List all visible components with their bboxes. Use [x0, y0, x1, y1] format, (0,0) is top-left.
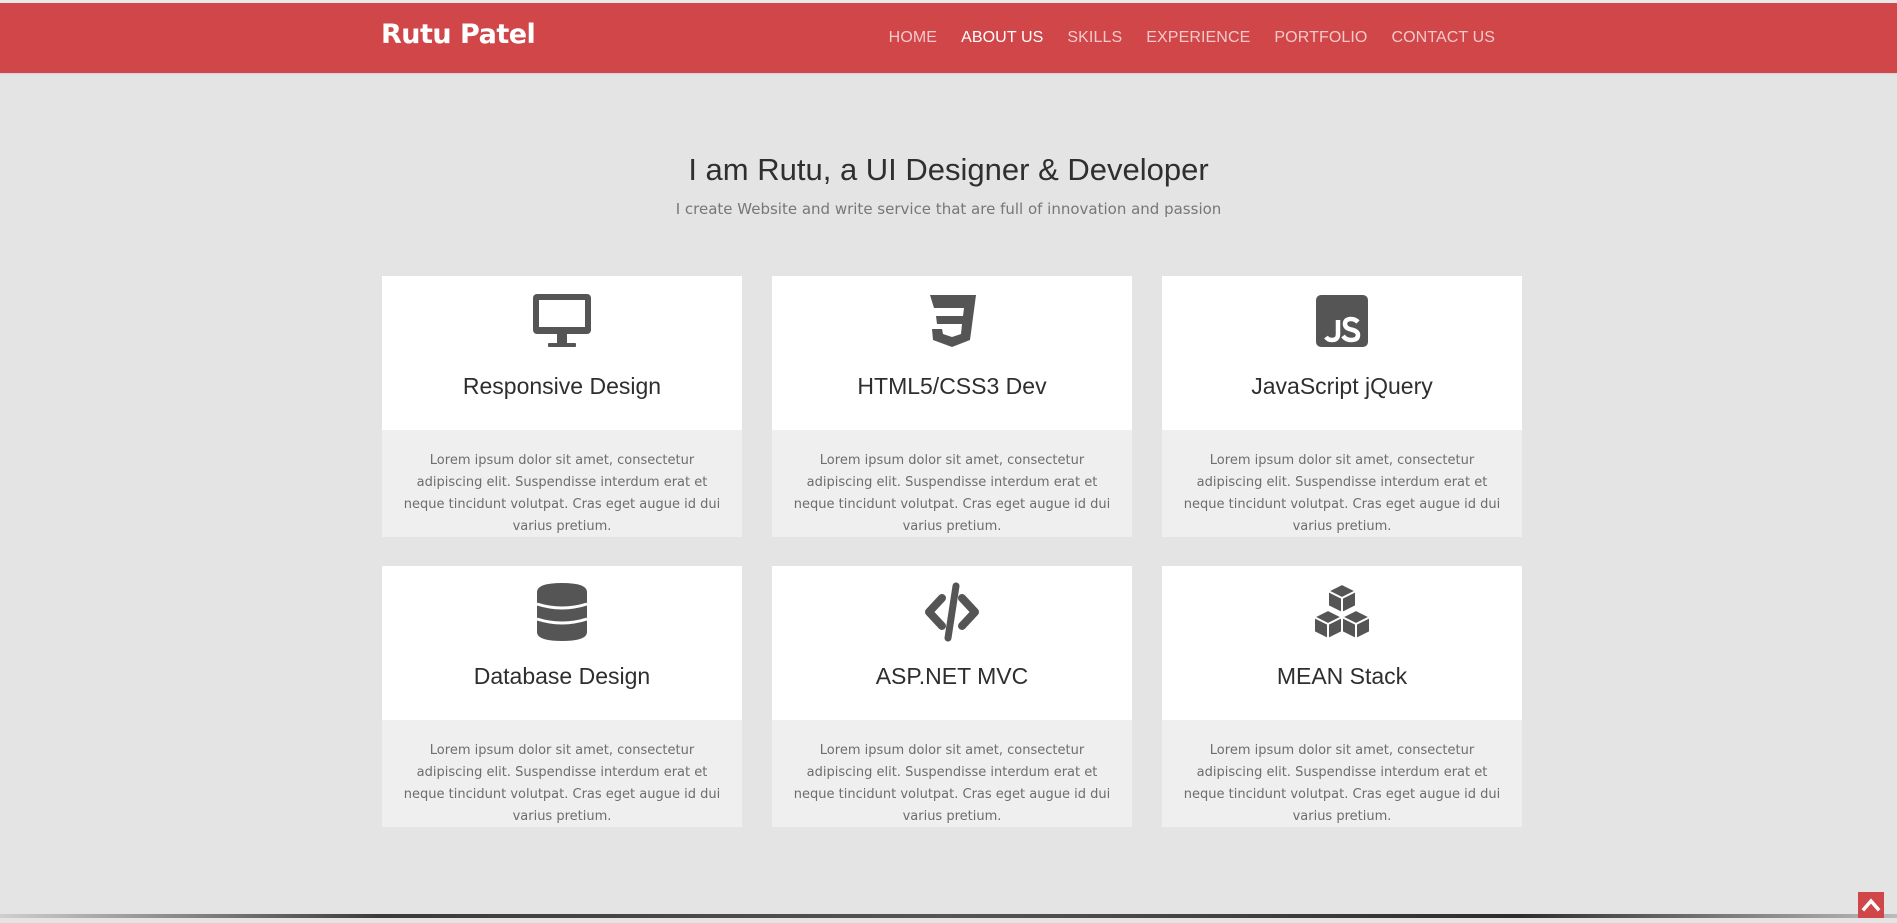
service-description: Lorem ipsum dolor sit amet, consectetur … [1183, 743, 1501, 824]
brand-logo[interactable]: Rutu Patel [381, 19, 536, 50]
service-title: Responsive Design [462, 373, 662, 399]
service-card-header: MEAN Stack [1162, 566, 1522, 720]
javascript-icon [1316, 295, 1368, 347]
nav-item-experience: EXPERIENCE [1146, 29, 1250, 47]
service-card-html5-css3: HTML5/CSS3 Dev Lorem ipsum dolor sit ame… [772, 276, 1132, 537]
nav-item-contact-us: CONTACT US [1391, 29, 1495, 47]
scroll-to-top-button[interactable] [1858, 892, 1884, 918]
service-title: MEAN Stack [1276, 663, 1408, 689]
chevron-up-icon [1861, 898, 1881, 912]
nav-link-skills[interactable]: SKILLS [1067, 29, 1122, 46]
service-title: HTML5/CSS3 Dev [857, 373, 1047, 399]
service-card-header: HTML5/CSS3 Dev [772, 276, 1132, 430]
nav-item-home: HOME [889, 29, 937, 47]
service-card-header: Database Design [382, 566, 742, 720]
nav-link-about-us[interactable]: ABOUT US [961, 29, 1043, 46]
service-card-responsive-design: Responsive Design Lorem ipsum dolor sit … [382, 276, 742, 537]
service-title: ASP.NET MVC [875, 663, 1029, 689]
service-card-body: Lorem ipsum dolor sit amet, consectetur … [772, 430, 1132, 537]
cubes-icon [1313, 583, 1371, 640]
database-icon [536, 583, 588, 641]
nav-link-home[interactable]: HOME [889, 29, 937, 46]
main-nav: HOME ABOUT US SKILLS EXPERIENCE PORTFOLI… [889, 29, 1495, 47]
nav-link-contact-us[interactable]: CONTACT US [1391, 29, 1495, 46]
service-card-body: Lorem ipsum dolor sit amet, consectetur … [1162, 430, 1522, 537]
desktop-icon [533, 294, 591, 347]
service-card-body: Lorem ipsum dolor sit amet, consectetur … [1162, 720, 1522, 827]
service-card-mean-stack: MEAN Stack Lorem ipsum dolor sit amet, c… [1162, 566, 1522, 827]
hero-title: I am Rutu, a UI Designer & Developer [688, 152, 1209, 187]
navbar: Rutu Patel HOME ABOUT US SKILLS EXPERIEN… [0, 3, 1897, 73]
css3-icon [930, 295, 976, 347]
service-title: JavaScript jQuery [1251, 373, 1433, 399]
hero-subtitle: I create Website and write service that … [675, 200, 1222, 218]
service-card-body: Lorem ipsum dolor sit amet, consectetur … [772, 720, 1132, 827]
service-description: Lorem ipsum dolor sit amet, consectetur … [403, 453, 721, 534]
service-card-body: Lorem ipsum dolor sit amet, consectetur … [382, 430, 742, 537]
service-card-header: JavaScript jQuery [1162, 276, 1522, 430]
service-card-header: ASP.NET MVC [772, 566, 1132, 720]
nav-item-skills: SKILLS [1067, 29, 1122, 47]
service-description: Lorem ipsum dolor sit amet, consectetur … [793, 453, 1111, 534]
service-card-body: Lorem ipsum dolor sit amet, consectetur … [382, 720, 742, 827]
service-card-javascript-jquery: JavaScript jQuery Lorem ipsum dolor sit … [1162, 276, 1522, 537]
nav-item-portfolio: PORTFOLIO [1274, 29, 1367, 47]
service-description: Lorem ipsum dolor sit amet, consectetur … [403, 743, 721, 824]
service-title: Database Design [473, 663, 651, 689]
service-description: Lorem ipsum dolor sit amet, consectetur … [793, 743, 1111, 824]
service-card-database-design: Database Design Lorem ipsum dolor sit am… [382, 566, 742, 827]
service-description: Lorem ipsum dolor sit amet, consectetur … [1183, 453, 1501, 534]
nav-link-experience[interactable]: EXPERIENCE [1146, 29, 1250, 46]
nav-item-about-us: ABOUT US [961, 29, 1043, 47]
nav-link-portfolio[interactable]: PORTFOLIO [1274, 29, 1367, 46]
service-card-aspnet-mvc: ASP.NET MVC Lorem ipsum dolor sit amet, … [772, 566, 1132, 827]
next-section-edge [0, 914, 1897, 918]
code-icon [925, 582, 979, 642]
service-card-header: Responsive Design [382, 276, 742, 430]
